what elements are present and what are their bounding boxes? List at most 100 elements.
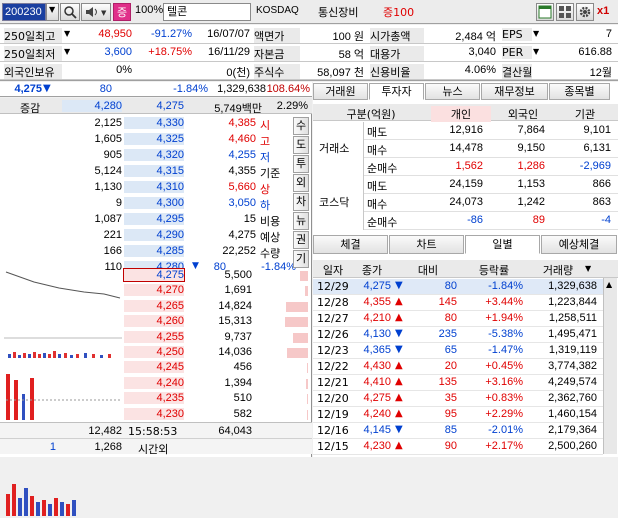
- side-tab[interactable]: 도: [293, 136, 309, 154]
- daily-row[interactable]: 12/28 4,355 ▲ 145 +3.44% 1,223,844: [313, 295, 603, 311]
- top-tab[interactable]: 재무정보: [481, 83, 548, 100]
- price-summary-bar: 4,275 ▼ 80 -1.84% 1,329,638 108.64%: [0, 82, 312, 97]
- arrow-up-icon: ▲: [395, 360, 403, 371]
- code-dropdown-button[interactable]: ▼: [46, 3, 59, 21]
- stock-code-input[interactable]: 200230: [2, 3, 46, 21]
- stock-name-field[interactable]: 텔콘: [163, 3, 251, 21]
- daily-row[interactable]: 12/22 4,430 ▲ 20 +0.45% 3,774,382: [313, 359, 603, 375]
- link-button[interactable]: [556, 3, 574, 21]
- sound-button[interactable]: ▼: [81, 3, 111, 21]
- side-tab[interactable]: 외: [293, 174, 309, 192]
- ask-price: 4,310: [124, 181, 184, 193]
- intraday-line-chart: [4, 271, 122, 358]
- daily-diff: 85: [444, 424, 457, 436]
- current-price: 4,275: [14, 83, 42, 95]
- top-tab[interactable]: 거래원: [313, 83, 368, 100]
- ask-qty: 1,087: [94, 213, 122, 225]
- right-panel: 거래원 투자자 뉴스 재무정보 종목별 구분(억원) 개인 외국인 기관 거래소 매도 12,916…: [313, 82, 618, 457]
- side-tab[interactable]: 기: [293, 250, 309, 268]
- stock-code: 200230: [5, 6, 42, 18]
- stock-name: 텔콘: [167, 5, 188, 18]
- daily-volume: 2,362,760: [548, 392, 597, 404]
- search-icon: [64, 6, 77, 19]
- top-tab-label: 거래원: [325, 85, 356, 98]
- daily-row[interactable]: 12/20 4,275 ▲ 35 +0.83% 2,362,760: [313, 391, 603, 407]
- bottom-tab-label: 체결: [340, 238, 361, 251]
- info-value: 7: [605, 28, 612, 40]
- scroll-up-icon[interactable]: ▲: [606, 280, 612, 289]
- x1-button[interactable]: x1: [597, 5, 609, 17]
- daily-diff: 80: [444, 312, 457, 324]
- arrow-up-icon: ▲: [395, 296, 403, 307]
- ask-price: 4,285: [124, 245, 184, 257]
- ask-price: 4,295: [124, 213, 184, 225]
- top-tab[interactable]: 투자자: [369, 83, 424, 100]
- scrollbar[interactable]: [603, 278, 617, 454]
- stat-key: 기준: [260, 167, 281, 180]
- chevron-down-icon[interactable]: ▼: [533, 47, 539, 56]
- chart-window-button[interactable]: [536, 3, 554, 21]
- side-tab[interactable]: 권: [293, 231, 309, 249]
- side-tab-label: 차: [295, 195, 307, 208]
- daily-row[interactable]: 12/29 4,275 ▼ 80 -1.84% 1,329,638: [313, 279, 603, 295]
- bottom-tab[interactable]: 일별: [465, 235, 540, 254]
- ask-qty: 905: [103, 149, 122, 161]
- daily-row[interactable]: 12/26 4,130 ▼ 235 -5.38% 1,495,471: [313, 327, 603, 343]
- daily-row[interactable]: 12/16 4,145 ▼ 85 -2.01% 2,179,364: [313, 423, 603, 439]
- price-stat: 4,460 고: [190, 133, 290, 149]
- ask-qty: 9: [115, 197, 122, 209]
- daily-row[interactable]: 12/15 4,230 ▲ 90 +2.17% 2,500,260: [313, 439, 603, 455]
- info-label: 신용비율: [370, 64, 424, 80]
- daily-row[interactable]: 12/23 4,365 ▼ 65 -1.47% 1,319,119: [313, 343, 603, 359]
- change-label: 증감: [20, 102, 41, 115]
- top-tab-label: 종목별: [564, 85, 595, 98]
- bid-qty: 14,036: [218, 346, 252, 358]
- bid-price: 4,250: [124, 346, 184, 358]
- chevron-down-icon[interactable]: ▼: [64, 29, 70, 38]
- margin-badge[interactable]: 증: [113, 3, 131, 21]
- order-book-footer-2: 1 1,268 시간외: [0, 438, 312, 456]
- stat-value: 4,275: [228, 229, 256, 241]
- daily-row[interactable]: 12/27 4,210 ▲ 80 +1.94% 1,258,511: [313, 311, 603, 327]
- info-value: 0%: [116, 64, 132, 76]
- arrow-down-icon: ▼: [395, 280, 403, 291]
- daily-volume: 4,249,574: [548, 376, 597, 388]
- bottom-tab[interactable]: 차트: [389, 235, 464, 254]
- chevron-down-icon[interactable]: ▼: [585, 264, 591, 273]
- daily-rate: -5.38%: [488, 328, 523, 340]
- top-tab[interactable]: 종목별: [549, 83, 610, 100]
- daily-volume: 2,500,260: [548, 440, 597, 452]
- ask-qty: 166: [103, 245, 122, 257]
- bid-depth-bar: [285, 301, 308, 312]
- side-tab[interactable]: 투: [293, 155, 309, 173]
- info-date: 0(천): [226, 67, 250, 79]
- bottom-tab[interactable]: 예상체결: [541, 235, 617, 254]
- sector-label: 통신장비: [318, 6, 359, 19]
- daily-date: 12/28: [317, 296, 349, 309]
- chevron-down-icon[interactable]: ▼: [64, 47, 70, 56]
- side-tab[interactable]: 차: [293, 193, 309, 211]
- top-tab[interactable]: 뉴스: [425, 83, 480, 100]
- investor-column-header: 구분(억원): [346, 108, 396, 121]
- total-bid-qty: 64,043: [218, 425, 252, 437]
- market-label: KOSDAQ: [256, 5, 299, 16]
- bid-price: 4,255: [124, 330, 184, 343]
- daily-close: 4,410: [363, 376, 391, 388]
- daily-row[interactable]: 12/21 4,410 ▲ 135 +3.16% 4,249,574: [313, 375, 603, 391]
- bottom-tab[interactable]: 체결: [313, 235, 388, 254]
- daily-date: 12/21: [317, 376, 349, 389]
- settings-button[interactable]: [576, 3, 594, 21]
- bid-qty: 15,313: [218, 315, 252, 328]
- top-tab-label: 뉴스: [442, 85, 463, 98]
- info-date: 16/11/29: [207, 46, 250, 58]
- side-tab[interactable]: 뉴: [293, 212, 309, 230]
- daily-date: 12/27: [317, 312, 349, 325]
- chevron-down-icon[interactable]: ▼: [533, 29, 539, 38]
- arrow-down-icon: ▼: [395, 328, 403, 339]
- side-tab[interactable]: 수: [293, 117, 309, 135]
- arrow-up-icon: ▲: [395, 440, 403, 451]
- bid-price: 4,270: [124, 284, 184, 297]
- speaker-icon: ▼: [86, 7, 107, 17]
- daily-row[interactable]: 12/19 4,240 ▲ 95 +2.29% 1,460,154: [313, 407, 603, 423]
- search-button[interactable]: [60, 3, 80, 21]
